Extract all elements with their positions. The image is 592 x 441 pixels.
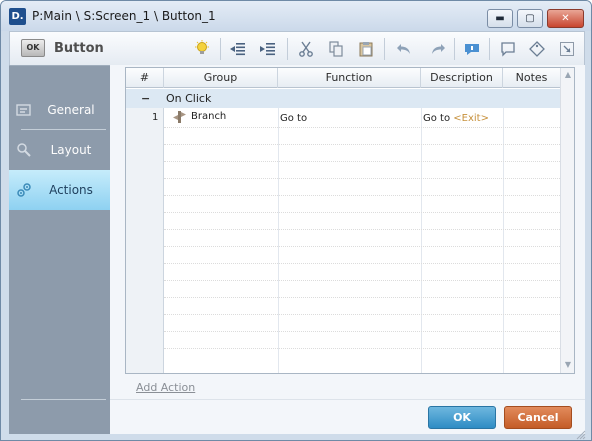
expand-icon[interactable] bbox=[556, 38, 578, 60]
row-divider bbox=[164, 263, 560, 264]
indent-icon[interactable] bbox=[257, 38, 279, 60]
maximize-icon: ▢ bbox=[525, 13, 535, 24]
toolbar-separator bbox=[220, 38, 221, 60]
outdent-icon[interactable] bbox=[227, 38, 249, 60]
sidebar-item-label: General bbox=[47, 103, 95, 117]
close-icon: ✕ bbox=[561, 13, 570, 24]
copy-icon[interactable] bbox=[325, 38, 347, 60]
cancel-button[interactable]: Cancel bbox=[504, 406, 572, 429]
comment-icon[interactable] bbox=[461, 38, 483, 60]
row-divider bbox=[164, 144, 560, 145]
toolbar: OK Button bbox=[9, 31, 585, 65]
column-divider bbox=[278, 108, 279, 373]
toolbar-separator bbox=[287, 38, 288, 60]
row-divider bbox=[164, 297, 560, 298]
exit-target: <Exit> bbox=[453, 113, 489, 124]
row-divider bbox=[164, 331, 560, 332]
actions-panel: # Group Function Description Notes − On … bbox=[110, 65, 585, 434]
row-divider bbox=[164, 178, 560, 179]
column-header-description[interactable]: Description bbox=[421, 68, 503, 88]
actions-icon bbox=[16, 182, 32, 198]
grid-body: 1 Branch Go to Go to <Exit> bbox=[126, 108, 560, 373]
layout-icon bbox=[16, 142, 32, 158]
column-header-number[interactable]: # bbox=[126, 68, 164, 88]
column-divider bbox=[503, 108, 504, 373]
minimize-button[interactable]: ▬ bbox=[487, 9, 513, 28]
minimize-icon: ▬ bbox=[495, 13, 505, 24]
sidebar-item-label: Layout bbox=[50, 143, 92, 157]
collapse-icon[interactable]: − bbox=[141, 92, 150, 105]
toolbar-separator bbox=[489, 38, 490, 60]
cut-icon[interactable] bbox=[295, 38, 317, 60]
row-description: Go to <Exit> bbox=[423, 113, 489, 124]
grid-header: # Group Function Description Notes bbox=[126, 68, 560, 88]
lightbulb-icon[interactable] bbox=[191, 38, 213, 60]
row-function: Go to bbox=[280, 113, 308, 124]
sidebar-item-general[interactable]: General bbox=[9, 90, 110, 130]
redo-icon[interactable] bbox=[427, 38, 449, 60]
row-divider bbox=[164, 348, 560, 349]
column-header-function[interactable]: Function bbox=[278, 68, 421, 88]
paste-icon[interactable] bbox=[355, 38, 377, 60]
description-prefix: Go to bbox=[423, 113, 454, 124]
row-number-column bbox=[126, 108, 164, 373]
maximize-button[interactable]: ▢ bbox=[517, 9, 543, 28]
branch-icon bbox=[173, 110, 187, 124]
button-type-icon: OK bbox=[21, 39, 45, 57]
add-action-link[interactable]: Add Action bbox=[136, 381, 195, 394]
scroll-down-icon[interactable]: ▼ bbox=[561, 358, 575, 372]
ok-button[interactable]: OK bbox=[428, 406, 496, 429]
sidebar-divider bbox=[21, 399, 106, 400]
sidebar: General Layout Actions bbox=[9, 65, 110, 434]
column-divider bbox=[421, 108, 422, 373]
object-title: Button bbox=[54, 41, 104, 56]
close-button[interactable]: ✕ bbox=[547, 9, 584, 28]
window-title: P:Main \ S:Screen_1 \ Button_1 bbox=[32, 9, 216, 23]
row-divider bbox=[164, 280, 560, 281]
title-bar[interactable]: D. P:Main \ S:Screen_1 \ Button_1 ▬ ▢ ✕ bbox=[1, 1, 591, 31]
toolbar-separator bbox=[384, 38, 385, 60]
row-divider bbox=[164, 314, 560, 315]
resize-grip-icon[interactable] bbox=[574, 428, 586, 440]
vertical-scrollbar[interactable]: ▲ ▼ bbox=[560, 68, 574, 373]
actions-grid: # Group Function Description Notes − On … bbox=[125, 67, 575, 374]
toolbar-separator bbox=[454, 38, 455, 60]
column-header-group[interactable]: Group bbox=[164, 68, 278, 88]
app-logo-icon: D. bbox=[9, 8, 26, 25]
row-divider bbox=[164, 127, 560, 128]
row-divider bbox=[164, 229, 560, 230]
row-group: Branch bbox=[191, 111, 227, 122]
row-number: 1 bbox=[152, 112, 159, 123]
row-divider bbox=[164, 195, 560, 196]
general-icon bbox=[16, 102, 32, 118]
sidebar-item-actions[interactable]: Actions bbox=[9, 170, 110, 210]
dialog-window: D. P:Main \ S:Screen_1 \ Button_1 ▬ ▢ ✕ … bbox=[0, 0, 592, 441]
scroll-up-icon[interactable]: ▲ bbox=[561, 68, 575, 82]
tag-icon[interactable] bbox=[526, 38, 548, 60]
sidebar-item-layout[interactable]: Layout bbox=[9, 130, 110, 170]
sidebar-item-label: Actions bbox=[49, 183, 93, 197]
dialog-footer: OK Cancel bbox=[110, 399, 585, 434]
row-divider bbox=[164, 161, 560, 162]
group-row-on-click[interactable]: − On Click bbox=[126, 89, 560, 108]
group-label: On Click bbox=[166, 92, 212, 105]
row-divider bbox=[164, 212, 560, 213]
undo-icon[interactable] bbox=[393, 38, 415, 60]
row-divider bbox=[164, 246, 560, 247]
column-header-notes[interactable]: Notes bbox=[503, 68, 560, 88]
note-icon[interactable] bbox=[497, 38, 519, 60]
